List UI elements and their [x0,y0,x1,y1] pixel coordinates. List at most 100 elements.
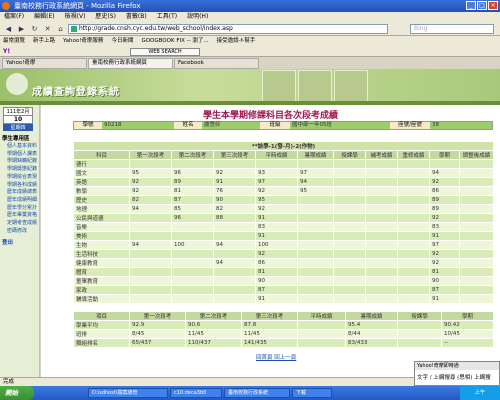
menu-tools[interactable]: 工具(T) [157,12,177,22]
score-cell: 91 [429,294,460,304]
minimize-button[interactable]: _ [466,1,476,10]
score-cell [458,213,495,223]
score-cell [365,249,398,259]
logout-link[interactable]: 登出 [2,238,37,246]
bookmark-item[interactable]: 新手上路 [33,36,55,47]
subject-cell: 童軍教育 [73,276,130,286]
score-cell [365,276,398,286]
calendar-widget: 111年2月 10 星期四 [3,107,33,131]
score-cell: 95 [129,168,172,178]
tab-yahoo[interactable]: Yahoo!奇摩 [2,58,87,69]
score-cell [365,159,398,169]
score-cell [213,231,256,241]
score-cell [365,204,398,214]
back-icon[interactable]: ◀ [3,24,14,34]
window-titlebar: 臺南校務行政系統網頁 - Mozilla Firefox _ □ × [0,0,500,12]
taskbar-button[interactable]: c10.deca3b0 [170,388,222,398]
score-cell [171,222,214,232]
menu-bookmarks[interactable]: 書籤(B) [126,12,147,22]
score-cell [129,276,172,286]
semester-row: **該學-1(發-月)-2(作物) [72,141,495,151]
student-info-row: 學號 90218 姓名 盧思伶 班級 國中部一年05班 座號/座號 38 [73,121,493,130]
home-link[interactable]: 回首頁 [256,355,273,361]
bookmark-item[interactable]: GOOGBOOK FIX -- 瀏了... [141,36,208,47]
score-cell: 92 [429,249,460,259]
maximize-button[interactable]: □ [477,1,487,10]
score-cell [397,177,430,187]
score-cell [297,159,334,169]
taskbar-button[interactable]: 下載 [292,388,332,398]
url-bar[interactable]: http://grade.cnsh.cyc.edu.tw/web_school/… [68,24,388,34]
bookmark-item[interactable]: 接受邀請-f-幫手 [217,36,256,47]
score-cell [333,258,366,268]
sidebar-item-basic-info[interactable]: 個人基本資料 [0,143,39,151]
sidebar-item-graduation[interactable]: 歷年畢業資格 [0,212,39,220]
score-cell: 87 [255,285,298,295]
score-cell [171,294,214,304]
sidebar-item-rewards[interactable]: 學期獎懲紀錄 [0,166,39,174]
menu-view[interactable]: 檢視(V) [65,12,86,22]
sidebar-item-history-summary[interactable]: 歷年成績總表 [0,189,39,197]
bookmark-item[interactable]: Yahoo!奇摩服務 [63,36,103,47]
score-cell: 88 [213,213,256,223]
summary-value-cell [397,320,442,330]
score-cell: 89 [429,195,460,205]
system-tray-clock[interactable]: 上午 [460,386,500,400]
summary-value-cell: 11/45 [185,329,242,339]
sidebar-item-exam-grades[interactable]: 定期考查成績 [0,220,39,228]
home-icon[interactable]: ⌂ [55,24,66,34]
score-cell: 87 [171,195,214,205]
info-value: 盧思伶 [202,122,260,129]
score-cell: 86 [255,258,298,268]
summary-value-cell: 141/435 [241,338,298,348]
search-input[interactable]: Bing [410,24,494,34]
menu-help[interactable]: 說明(H) [187,12,208,22]
score-cell [397,222,430,232]
score-cell [365,294,398,304]
forward-icon[interactable]: ▶ [16,24,27,34]
menu-bar: 檔案(F) 編輯(E) 檢視(V) 歷史(S) 書籤(B) 工具(T) 說明(H… [0,12,500,22]
close-button[interactable]: × [488,1,498,10]
subject-cell: 地理 [73,204,130,214]
score-cell [397,159,430,169]
info-label: 班級 [260,122,290,129]
stop-icon[interactable]: ✕ [42,24,53,34]
score-cell [397,285,430,295]
table-row: 德行 [73,159,495,169]
banner-photo [298,70,332,104]
web-search-button[interactable]: WEB SEARCH [130,48,200,56]
score-cell [333,276,366,286]
column-header: 第一次段考 [129,150,172,160]
summary-value-cell: 8/45 [129,329,186,339]
sidebar-item-performance[interactable]: 學期綜合表現 [0,174,39,182]
bookmark-item[interactable]: 最常瀏覽 [3,36,25,47]
back-link[interactable]: 回上一頁 [274,355,296,361]
taskbar-button[interactable]: D:\sdhost\檔案總管 [88,388,168,398]
menu-file[interactable]: 檔案(F) [4,12,24,22]
summary-value-cell: 11/45 [241,329,298,339]
score-cell [333,204,366,214]
menu-history[interactable]: 歷史(S) [95,12,116,22]
score-cell [129,249,172,259]
score-cell [297,240,334,250]
tab-facebook[interactable]: Facebook [174,58,259,69]
sidebar-item-absence[interactable]: 學期缺曠紀錄 [0,158,39,166]
sidebar-item-password[interactable]: 密碼修改 [0,228,39,236]
taskbar-button[interactable]: 臺南校務行政系統 [224,388,290,398]
tab-school-system[interactable]: 臺南校務行政系統網頁 [88,58,173,69]
score-cell [365,213,398,223]
bookmark-item[interactable]: 今日新聞 [111,36,133,47]
summary-value-cell: 95.4 [345,320,398,330]
yahoo-logo[interactable]: Y! [3,48,10,55]
im-notification-popup[interactable]: Yahoo!奇摩即時通 文字 / 上網搜尋 (思相) 上網搜 [414,361,500,386]
score-cell [397,258,430,268]
summary-item-cell: 班排 [73,329,130,339]
start-button[interactable]: 開始 [0,386,34,400]
score-cell: 92 [255,249,298,259]
table-row: 數學 92 81 76 92 95 86 [73,186,495,196]
menu-edit[interactable]: 編輯(E) [34,12,54,22]
site-banner: 成績查詢登錄系統 [0,69,500,105]
info-label: 姓名 [174,122,202,129]
reload-icon[interactable]: ↻ [29,24,40,34]
sidebar-item-history-detail[interactable]: 歷年成績明細 [0,197,39,205]
